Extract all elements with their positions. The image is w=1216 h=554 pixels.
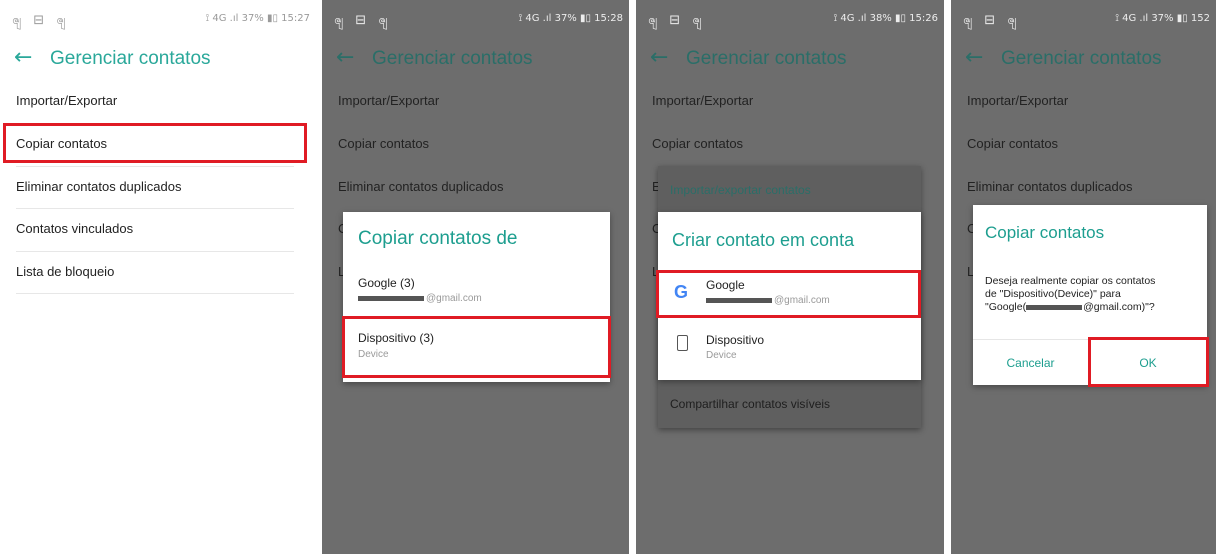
- status-bar: ၛ ⊟ ၛ ⟟ 4G .ıl 37% ▮▯ 15:28: [322, 0, 629, 38]
- menu-item-delete-duplicates[interactable]: Eliminar contatos duplicados: [322, 166, 629, 208]
- status-right: ⟟ 4G .ıl 38% ▮▯ 15:26: [833, 13, 938, 24]
- divider: [16, 293, 294, 294]
- page-title: Gerenciar contatos: [50, 48, 211, 69]
- dialog-title: Copiar contatos: [985, 223, 1105, 242]
- status-bar: ၛ ⊟ ၛ ⟟ 4G .ıl 38% ▮▯ 15:26: [636, 0, 944, 38]
- highlight-device-option: [342, 316, 611, 378]
- status-right: ⟟ 4G .ıl 37% ▮▯ 15:28: [518, 13, 623, 24]
- back-arrow-icon[interactable]: ←: [14, 45, 32, 70]
- notification-icons: ၛ ⊟ ၛ: [963, 13, 1021, 28]
- status-right: ⟟ 4G .ıl 37% ▮▯ 15:27: [205, 13, 310, 24]
- menu-item-label: Importar/Exportar: [967, 93, 1069, 108]
- menu-item-label: Copiar contatos: [652, 136, 744, 151]
- app-header: ← Gerenciar contatos: [951, 44, 1216, 78]
- email-suffix: @gmail.com: [426, 293, 482, 304]
- menu-item-label: Eliminar contatos duplicados: [967, 179, 1133, 194]
- message-line: de "Dispositivo(Device)" para: [985, 288, 1121, 300]
- page-title: Gerenciar contatos: [372, 48, 533, 69]
- screen-2-copy-from: ၛ ⊟ ၛ ⟟ 4G .ıl 37% ▮▯ 15:28 ← Gerenciar …: [322, 0, 629, 554]
- dialog-title: Criar contato em conta: [672, 230, 855, 250]
- option-sub: Device: [706, 350, 737, 361]
- message-prefix: "Google(: [985, 301, 1027, 313]
- menu-item-delete-duplicates[interactable]: Eliminar contatos duplicados: [0, 166, 316, 208]
- highlight-google-option: [656, 270, 921, 318]
- redacted-block: [358, 295, 424, 301]
- menu-item-label: Eliminar contatos duplicados: [16, 179, 182, 194]
- menu-item-label: Importar/Exportar: [652, 93, 754, 108]
- status-right: ⟟ 4G .ıl 37% ▮▯ 152: [1115, 13, 1210, 24]
- menu-share-visible-contacts[interactable]: Compartilhar contatos visíveis: [670, 397, 830, 411]
- dialog-title: Copiar contatos de: [358, 228, 518, 249]
- menu-item-import-export[interactable]: Importar/Exportar: [322, 80, 629, 122]
- menu-item-block-list[interactable]: Lista de bloqueio: [0, 251, 316, 293]
- screen-3-create-in-account: ၛ ⊟ ၛ ⟟ 4G .ıl 38% ▮▯ 15:26 ← Gerenciar …: [636, 0, 944, 554]
- page-title: Gerenciar contatos: [1001, 48, 1162, 69]
- dialog-message: Deseja realmente copiar os contatos de "…: [985, 275, 1155, 314]
- menu-item-label: Importar/Exportar: [16, 93, 118, 108]
- back-arrow-icon[interactable]: ←: [336, 45, 354, 70]
- option-email: @gmail.com: [358, 293, 482, 304]
- screen-4-confirm-copy: ၛ ⊟ ၛ ⟟ 4G .ıl 37% ▮▯ 152 ← Gerenciar co…: [951, 0, 1216, 554]
- app-header: ← Gerenciar contatos: [636, 44, 944, 78]
- notification-icons: ၛ ⊟ ၛ: [334, 13, 392, 28]
- menu-item-delete-duplicates[interactable]: Eliminar contatos duplicados: [951, 166, 1216, 208]
- menu-item-label: Copiar contatos: [338, 136, 430, 151]
- screen-1-manage-contacts: ၛ ⊟ ၛ ⟟ 4G .ıl 37% ▮▯ 15:27 ← Gerenciar …: [0, 0, 316, 554]
- menu-item-linked-contacts[interactable]: Contatos vinculados: [0, 208, 316, 250]
- menu-import-export-contacts[interactable]: Importar/exportar contatos: [670, 183, 811, 197]
- redacted-block: [1026, 304, 1083, 310]
- highlight-copy-contacts: [3, 123, 307, 163]
- status-bar: ၛ ⊟ ၛ ⟟ 4G .ıl 37% ▮▯ 15:27: [0, 0, 316, 38]
- message-suffix: @gmail.com)"?: [1083, 301, 1155, 313]
- menu-item-import-export[interactable]: Importar/Exportar: [951, 80, 1216, 122]
- menu-item-label: Importar/Exportar: [338, 93, 440, 108]
- menu-item-copy-contacts[interactable]: Copiar contatos: [322, 123, 629, 165]
- message-line: "Google( @gmail.com)"?: [985, 301, 1155, 314]
- back-arrow-icon[interactable]: ←: [965, 45, 983, 70]
- menu-item-copy-contacts[interactable]: Copiar contatos: [951, 123, 1216, 165]
- menu-item-copy-contacts[interactable]: Copiar contatos: [636, 123, 944, 165]
- back-arrow-icon[interactable]: ←: [650, 45, 668, 70]
- app-header: ← Gerenciar contatos: [0, 44, 316, 78]
- option-label: Google (3): [358, 276, 415, 290]
- notification-icons: ၛ ⊟ ၛ: [648, 13, 706, 28]
- page-title: Gerenciar contatos: [686, 48, 847, 69]
- app-header: ← Gerenciar contatos: [322, 44, 629, 78]
- status-bar: ၛ ⊟ ၛ ⟟ 4G .ıl 37% ▮▯ 152: [951, 0, 1216, 38]
- phone-icon: [677, 335, 688, 351]
- menu-item-label: Contatos vinculados: [16, 221, 134, 236]
- notification-icons: ၛ ⊟ ၛ: [12, 13, 70, 28]
- menu-item-label: Eliminar contatos duplicados: [338, 179, 504, 194]
- cancel-button[interactable]: Cancelar: [973, 356, 1088, 370]
- message-line: Deseja realmente copiar os contatos: [985, 275, 1156, 287]
- menu-item-import-export[interactable]: Importar/Exportar: [636, 80, 944, 122]
- menu-item-label: Copiar contatos: [967, 136, 1059, 151]
- menu-item-import-export[interactable]: Importar/Exportar: [0, 80, 316, 122]
- highlight-ok-button: [1088, 337, 1209, 387]
- option-label: Dispositivo: [706, 333, 765, 347]
- menu-item-label: Lista de bloqueio: [16, 264, 115, 279]
